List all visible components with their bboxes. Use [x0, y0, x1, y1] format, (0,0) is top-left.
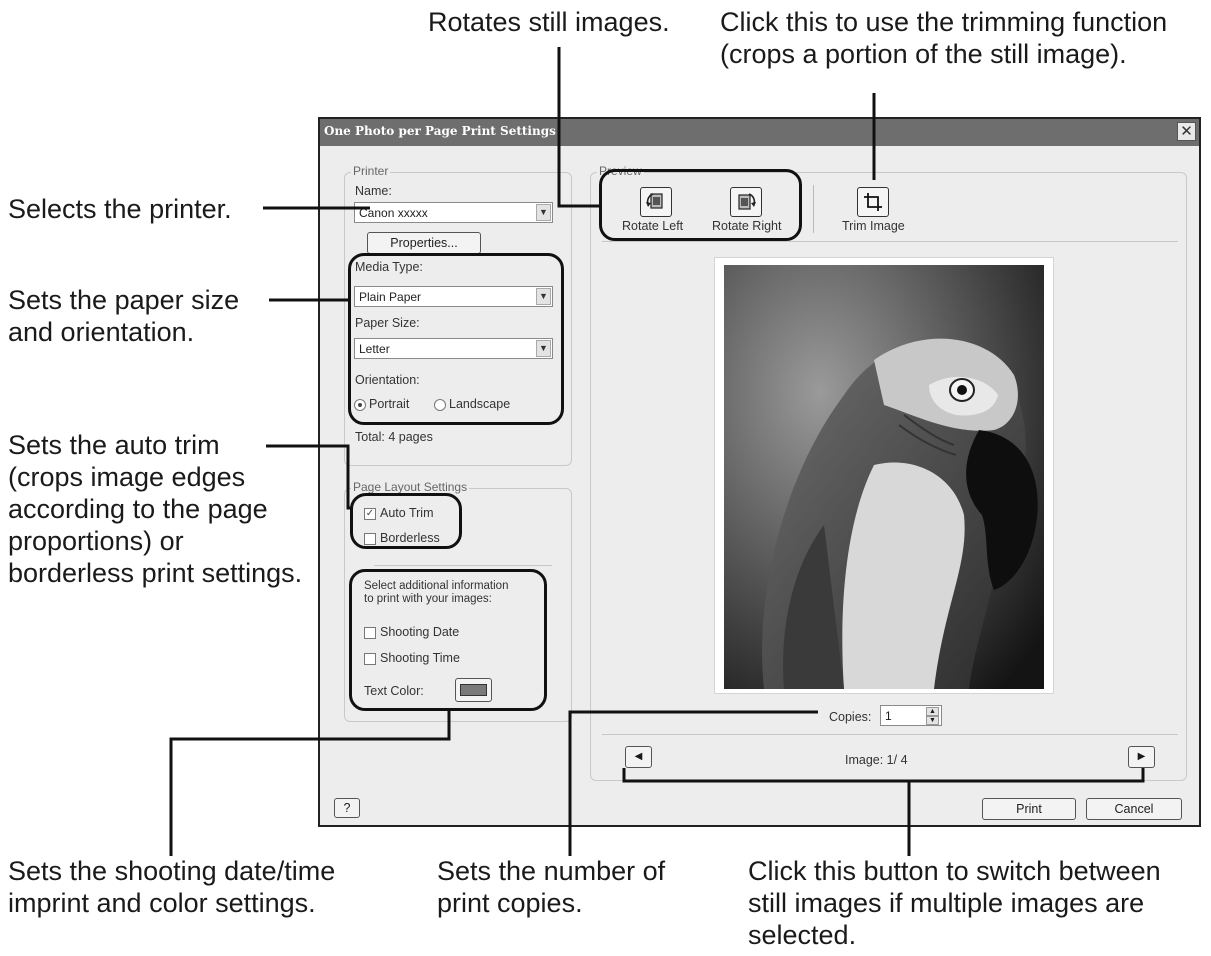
printer-name-select[interactable]: Canon xxxxx ▼ — [354, 202, 553, 223]
next-image-button[interactable]: ▶ — [1128, 746, 1155, 768]
callout-copies: Sets the number of print copies. — [437, 856, 666, 918]
image-counter: Image: 1/ 4 — [845, 753, 908, 767]
layout-separator — [374, 565, 552, 566]
printer-group-title: Printer — [351, 164, 391, 178]
trim-image-button[interactable] — [857, 187, 889, 217]
callout-trim: Click this to use the trimming function … — [720, 7, 1168, 69]
cancel-button[interactable]: Cancel — [1086, 798, 1182, 820]
properties-button[interactable]: Properties... — [367, 232, 481, 254]
highlight-imprint — [349, 569, 547, 711]
callout-printer: Selects the printer. — [8, 194, 232, 224]
next-arrow-icon: ▶ — [1137, 751, 1146, 762]
dropdown-arrow-icon[interactable]: ▼ — [536, 204, 551, 221]
prev-arrow-icon: ◀ — [634, 751, 643, 762]
spin-down-icon[interactable]: ▼ — [926, 716, 939, 725]
dialog-title: One Photo per Page Print Settings — [324, 124, 556, 138]
callout-nav: Click this button to switch between stil… — [748, 856, 1161, 950]
close-icon[interactable]: ✕ — [1177, 122, 1196, 141]
title-bar: One Photo per Page Print Settings ✕ — [320, 119, 1199, 146]
help-button[interactable]: ? — [334, 798, 360, 818]
preview-bottom-separator — [602, 734, 1178, 735]
parrot-photo — [724, 265, 1044, 689]
copies-value[interactable]: 1 — [885, 709, 892, 723]
preview-top-separator — [602, 241, 1178, 242]
page-layout-group-title: Page Layout Settings — [351, 480, 470, 494]
spin-up-icon[interactable]: ▲ — [926, 707, 939, 716]
printer-name-value: Canon xxxxx — [359, 206, 428, 220]
printer-name-label: Name: — [355, 184, 392, 198]
highlight-rotate — [599, 169, 802, 241]
callout-imprint: Sets the shooting date/time imprint and … — [8, 856, 336, 918]
image-preview — [714, 257, 1054, 694]
trim-image-label[interactable]: Trim Image — [842, 219, 905, 233]
highlight-paper — [348, 253, 564, 425]
callout-autotrim: Sets the auto trim (crops image edges ac… — [8, 430, 303, 588]
prev-image-button[interactable]: ◀ — [625, 746, 652, 768]
print-button[interactable]: Print — [982, 798, 1076, 820]
total-pages: Total: 4 pages — [355, 430, 433, 444]
callout-paper: Sets the paper size and orientation. — [8, 285, 240, 347]
callout-rotate: Rotates still images. — [428, 7, 670, 37]
toolbar-separator — [813, 185, 814, 233]
copies-label: Copies: — [829, 710, 872, 724]
copies-spinner[interactable]: 1 ▲ ▼ — [880, 705, 942, 726]
trim-icon — [864, 193, 882, 211]
highlight-autotrim — [350, 493, 462, 549]
